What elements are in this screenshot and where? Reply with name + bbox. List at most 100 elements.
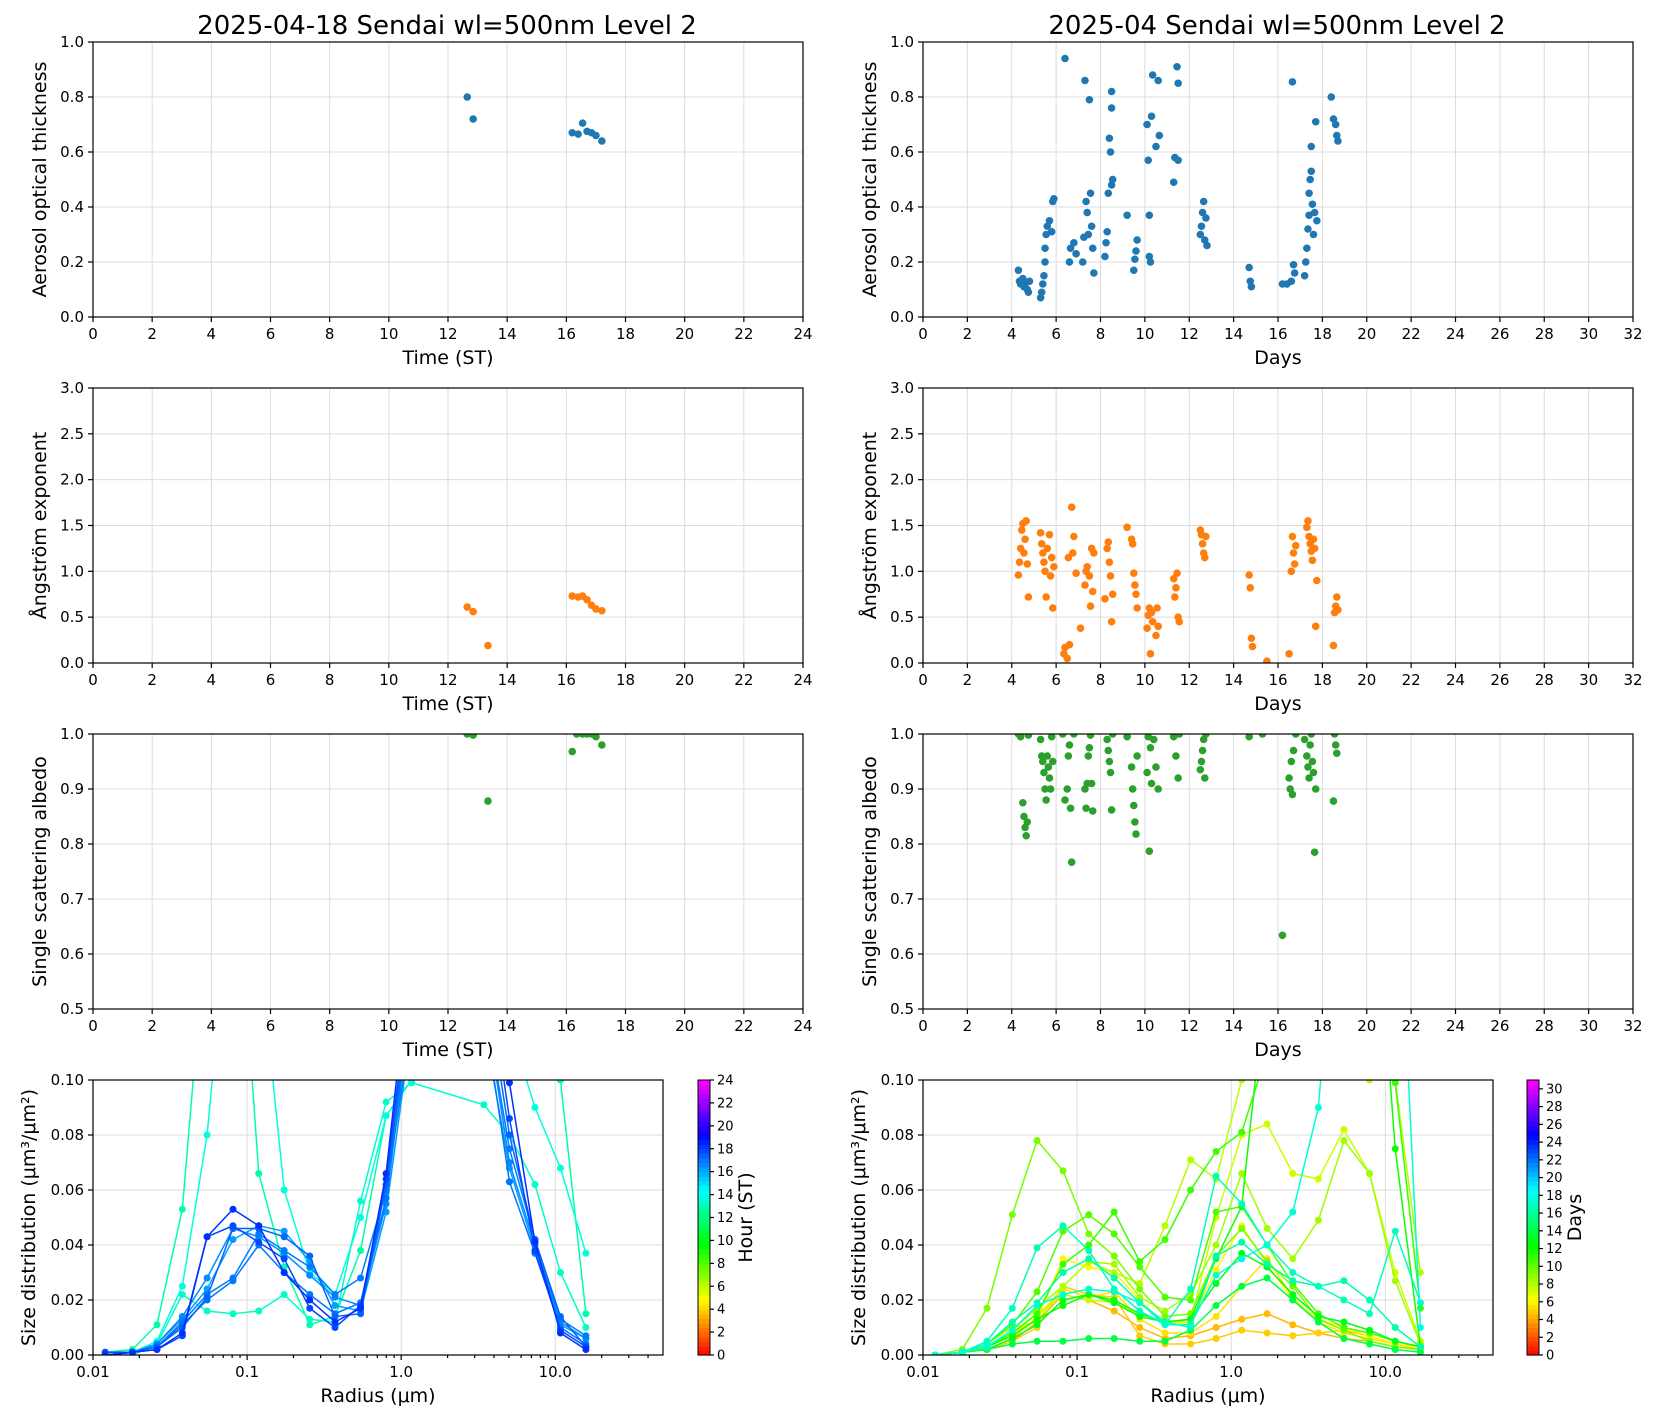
data-point [1143, 120, 1151, 129]
data-point [1107, 181, 1116, 189]
colorbar-segment [698, 1130, 710, 1136]
data-point [1288, 78, 1297, 86]
data-point [592, 131, 600, 140]
series-point [178, 1205, 186, 1213]
x-tick-label: 0 [88, 1017, 98, 1035]
x-tick-label: 0 [918, 325, 928, 343]
series-point [1340, 1335, 1348, 1342]
series-point [408, 994, 415, 1001]
colorbar-segment [1527, 1245, 1539, 1251]
data-point [1076, 624, 1085, 632]
series-point [1263, 1274, 1271, 1282]
x-axis-label: Radius (μm) [1150, 1385, 1265, 1407]
x-tick-label: 24 [1446, 671, 1465, 689]
data-point [1036, 529, 1045, 537]
panel-ssa_daily: 0 2 4 6 8 10 12 14 16 18 20 22 240.50.60.70.80.91.0T… [29, 725, 813, 1061]
data-point [1146, 743, 1155, 752]
colorbar-tick-label: 24 [1546, 1136, 1563, 1151]
data-point [1174, 774, 1182, 782]
x-tick-label: 18 [616, 671, 635, 689]
colorbar-segment [698, 1245, 710, 1251]
x-tick-label: 22 [1402, 325, 1421, 343]
x-tick-label: 0.1 [235, 1363, 259, 1381]
data-point [1067, 503, 1076, 511]
colorbar-segment [698, 1121, 710, 1127]
x-tick-label: 0 [918, 1017, 928, 1035]
data-point [574, 130, 582, 138]
series-point [1085, 1230, 1093, 1238]
data-point [1173, 569, 1181, 577]
y-axis-label: Aerosol optical thickness [859, 62, 881, 298]
series-point [531, 967, 538, 974]
panel-psd_monthly: 0.01 0.1 1.0 10.0 0.00 0.02 0.04 0.06 0.08 0.10 Ra… [848, 802, 1586, 1407]
data-point [1128, 540, 1137, 548]
series-point [1314, 1282, 1322, 1290]
y-tick-label: 0.0 [60, 654, 84, 672]
colorbar-tick-label: 18 [1546, 1189, 1563, 1204]
colorbar-segment [698, 1249, 710, 1255]
colorbar-segment [698, 1318, 710, 1324]
colorbar-segment [1527, 1341, 1539, 1347]
x-axis-label: Time (ST) [401, 693, 493, 715]
colorbar-segment [698, 1148, 710, 1154]
colorbar-segment [698, 1080, 710, 1086]
data-point [1285, 774, 1293, 782]
y-axis-label: Single scattering albedo [859, 756, 881, 987]
x-tick-label: 32 [1623, 325, 1642, 343]
series-point [357, 1197, 365, 1205]
colorbar-segment [1527, 1254, 1539, 1260]
series-point [1136, 1307, 1144, 1315]
series-point [1263, 1260, 1271, 1268]
panel-aot_daily: 0 2 4 6 8 10 12 14 16 18 20 22 240.00.20.40.60.81.0T… [29, 33, 813, 369]
x-tick-label: 4 [1007, 671, 1017, 689]
x-tick-label: 28 [1535, 1017, 1554, 1035]
data-point [1154, 622, 1162, 631]
title-daily: 2025-04-18 Sendai wl=500nm Level 2 [197, 11, 697, 41]
data-point [1037, 288, 1046, 297]
data-point [1199, 197, 1208, 206]
series-point [556, 1164, 564, 1172]
y-tick-label: 1.0 [60, 562, 84, 580]
series-point [203, 1307, 211, 1315]
data-point [1311, 117, 1320, 126]
data-point [1108, 590, 1117, 599]
data-point [1290, 560, 1299, 568]
data-point [1088, 244, 1097, 253]
colorbar-segment [1527, 1212, 1539, 1219]
colorbar-segment [698, 1240, 710, 1246]
series-point [1289, 802, 1296, 809]
x-tick-label: 12 [1180, 671, 1199, 689]
y-axis-label: Single scattering albedo [29, 756, 51, 987]
colorbar-tick-label: 22 [1546, 1153, 1563, 1168]
series-point [1238, 1326, 1246, 1334]
y-tick-label: 0.10 [881, 1071, 914, 1089]
colorbar-segment [698, 1254, 710, 1260]
x-tick-label: 4 [1007, 1017, 1017, 1035]
series-point [229, 857, 236, 864]
data-point [1203, 241, 1211, 250]
data-ae_daily [463, 592, 606, 650]
series-point [1238, 1225, 1246, 1232]
x-tick-label: 10 [1135, 325, 1154, 343]
series-point [1238, 1128, 1246, 1136]
series-point [1059, 1337, 1067, 1345]
x-tick-label: 2 [963, 325, 973, 343]
data-point [1147, 779, 1156, 788]
series-point [408, 939, 415, 946]
series-point [582, 1346, 590, 1353]
panel-psd_daily: 0.01 0.1 1.0 10.0 0.00 0.02 0.04 0.06 0.08 0.10 Ra… [18, 857, 757, 1407]
colorbar-segment [1527, 1080, 1539, 1086]
x-tick-label: 26 [1490, 1017, 1509, 1035]
data-point [1309, 768, 1318, 777]
panel-ae_monthly: 0 2 4 6 8 10 12 14 16 18 20 22 24 26 28 30 320.00.51.01.… [858, 379, 1643, 715]
colorbar-segment [1527, 1267, 1539, 1274]
colorbar-segment [1527, 1290, 1539, 1297]
series-point [1187, 1156, 1195, 1164]
y-tick-label: 0.10 [51, 1071, 84, 1089]
colorbar-segment [698, 1226, 710, 1232]
data-point [1061, 54, 1069, 63]
series-point [582, 1332, 590, 1340]
data-point [1104, 189, 1113, 198]
x-tick-label: 0 [918, 671, 928, 689]
data-point [1196, 765, 1205, 774]
